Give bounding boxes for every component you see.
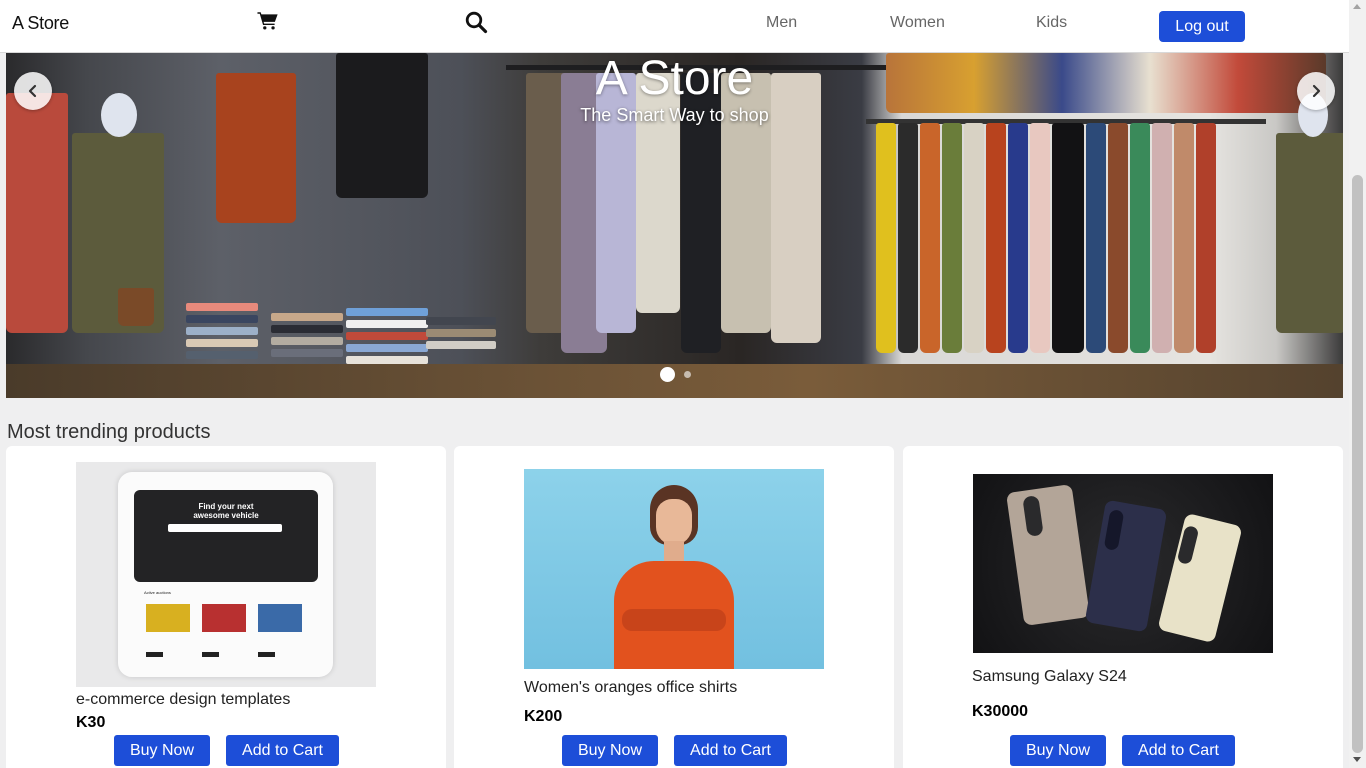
add-to-cart-button[interactable]: Add to Cart: [226, 735, 339, 766]
buy-now-button[interactable]: Buy Now: [1010, 735, 1106, 766]
product-price: K30: [76, 714, 106, 731]
product-card: Samsung Galaxy S24 K30000 Buy Now Add to…: [903, 446, 1343, 768]
brand-logo[interactable]: A Store: [12, 13, 69, 34]
nav-link-women[interactable]: Women: [890, 14, 945, 32]
section-title: Most trending products: [7, 421, 211, 443]
buy-now-button[interactable]: Buy Now: [562, 735, 658, 766]
add-to-cart-button[interactable]: Add to Cart: [1122, 735, 1235, 766]
buy-now-button[interactable]: Buy Now: [114, 735, 210, 766]
product-price: K200: [524, 708, 563, 725]
chevron-left-icon: [28, 84, 37, 98]
hero-subtitle: The Smart Way to shop: [580, 105, 769, 125]
nav-link-men[interactable]: Men: [766, 14, 797, 32]
search-icon[interactable]: [464, 10, 488, 34]
product-image[interactable]: [973, 474, 1273, 653]
nav-link-kids[interactable]: Kids: [1036, 14, 1067, 32]
mockup-headline: Find your next awesome vehicle: [193, 502, 259, 520]
chevron-right-icon: [1312, 84, 1321, 98]
shopping-cart-icon[interactable]: [257, 10, 279, 32]
product-name: Samsung Galaxy S24: [972, 668, 1127, 685]
mockup-subheading: Active auctions: [144, 590, 171, 595]
carousel-next-button[interactable]: [1297, 72, 1335, 110]
product-image[interactable]: [524, 469, 824, 669]
product-name: e-commerce design templates: [76, 691, 291, 708]
scrollbar-thumb[interactable]: [1352, 175, 1363, 753]
top-navbar: A Store Men Women Kids Log out: [0, 0, 1349, 53]
product-name: Women's oranges office shirts: [524, 679, 738, 696]
product-card: Women's oranges office shirts K200 Buy N…: [454, 446, 894, 768]
hero-title: A Store: [595, 53, 754, 105]
product-price: K30000: [972, 703, 1029, 720]
carousel-dot-2[interactable]: [684, 371, 691, 378]
scroll-down-icon[interactable]: [1353, 757, 1361, 762]
product-image[interactable]: Find your next awesome vehicle Active au…: [76, 462, 376, 687]
scroll-up-icon[interactable]: [1353, 4, 1361, 9]
carousel-dot-1[interactable]: [660, 367, 675, 382]
add-to-cart-button[interactable]: Add to Cart: [674, 735, 787, 766]
hero-carousel: A Store The Smart Way to shop: [6, 53, 1343, 398]
page-scrollbar[interactable]: [1349, 0, 1366, 768]
logout-button[interactable]: Log out: [1159, 11, 1245, 42]
product-card: Find your next awesome vehicle Active au…: [6, 446, 446, 768]
carousel-prev-button[interactable]: [14, 72, 52, 110]
